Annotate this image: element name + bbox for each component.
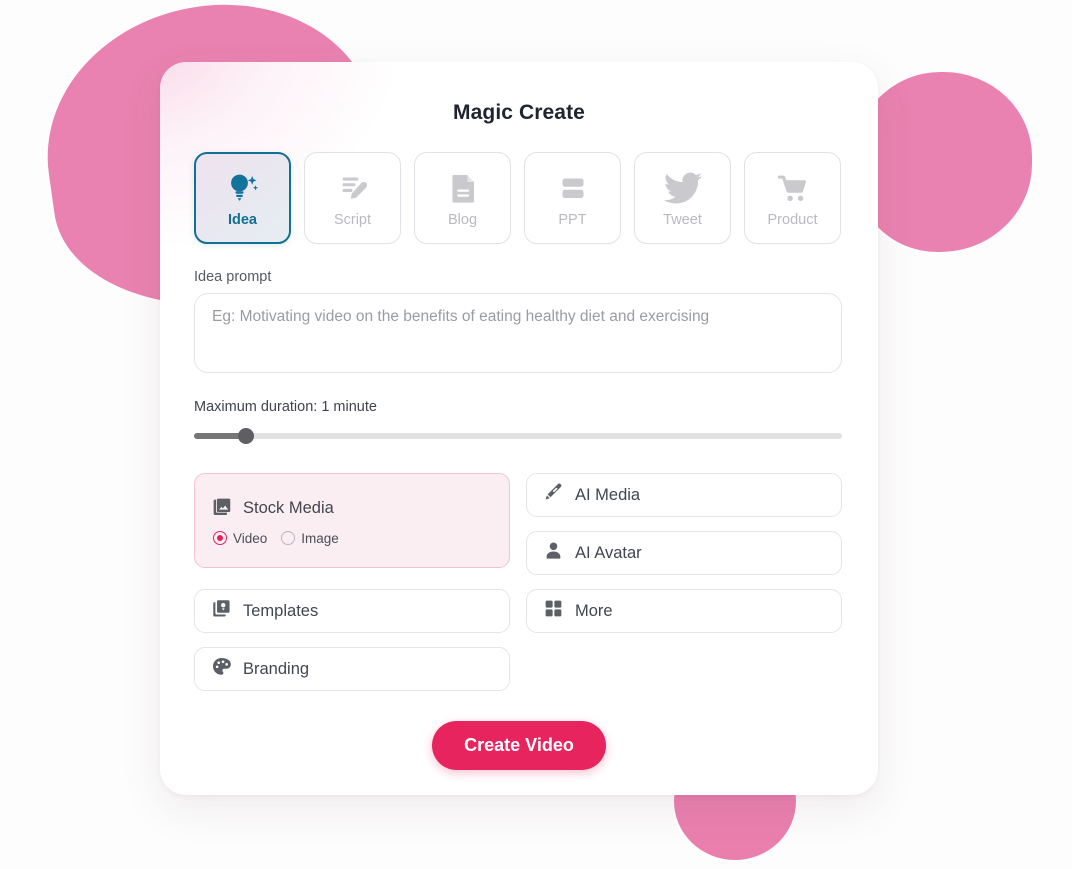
twitter-bird-icon (663, 169, 702, 207)
grid-squares-icon (543, 598, 564, 624)
option-branding-label: Branding (243, 659, 310, 678)
option-stock-media-label: Stock Media (243, 499, 334, 517)
option-ai-media-label: AI Media (575, 485, 641, 504)
option-templates-label: Templates (243, 601, 319, 620)
maximum-duration-label: Maximum duration: 1 minute (194, 399, 377, 415)
radio-image-label: Image (301, 530, 339, 546)
document-icon (444, 169, 482, 207)
magic-create-card: Magic Create Idea Script Blog PPT Tweet … (160, 62, 878, 795)
tab-product[interactable]: Product (744, 152, 841, 244)
tab-blog[interactable]: Blog (414, 152, 511, 244)
person-icon (543, 540, 564, 566)
tab-blog-label: Blog (447, 211, 478, 228)
idea-prompt-input[interactable] (194, 293, 842, 373)
duration-slider[interactable] (194, 428, 842, 444)
radio-video[interactable]: Video (213, 531, 267, 546)
script-pencil-icon (334, 169, 372, 207)
tab-script-label: Script (333, 211, 372, 228)
cta-row: Create Video (194, 721, 844, 770)
tab-idea[interactable]: Idea (194, 152, 291, 244)
option-ai-avatar-label: AI Avatar (575, 543, 642, 562)
stock-media-header: Stock Media (211, 496, 334, 522)
duration-slider-thumb[interactable] (237, 428, 254, 444)
stacked-images-icon (211, 496, 232, 522)
tab-ppt[interactable]: PPT (524, 152, 621, 244)
stock-media-radio-group: Video Image (211, 531, 339, 546)
option-ai-avatar[interactable]: AI Avatar (526, 531, 842, 575)
radio-video-label: Video (233, 530, 268, 546)
tab-script[interactable]: Script (304, 152, 401, 244)
shopping-cart-icon (774, 169, 812, 207)
page-title: Magic Create (453, 101, 585, 124)
stacked-cards-icon (211, 598, 232, 624)
idea-prompt-label: Idea prompt (194, 269, 272, 285)
options-grid: Stock Media Video Image AI Media Templat… (194, 473, 844, 691)
option-more[interactable]: More (526, 589, 842, 633)
tab-ppt-label: PPT (558, 211, 587, 228)
decorative-blob-right (852, 72, 1032, 252)
option-ai-media[interactable]: AI Media (526, 473, 842, 517)
slides-icon (554, 169, 592, 207)
palette-icon (211, 656, 232, 682)
lightbulb-sparkle-icon (224, 169, 262, 207)
content-type-tabs: Idea Script Blog PPT Tweet Product (194, 152, 844, 244)
tab-tweet[interactable]: Tweet (634, 152, 731, 244)
page-background: Magic Create Idea Script Blog PPT Tweet … (0, 0, 1072, 869)
option-branding[interactable]: Branding (194, 647, 510, 691)
tab-tweet-label: Tweet (663, 211, 702, 228)
radio-image-dot[interactable] (281, 531, 296, 545)
magic-wand-icon (543, 482, 564, 508)
radio-video-dot[interactable] (213, 531, 227, 545)
option-more-label: More (575, 601, 613, 620)
option-templates[interactable]: Templates (194, 589, 510, 633)
option-stock-media[interactable]: Stock Media Video Image (194, 473, 510, 568)
tab-product-label: Product (767, 211, 818, 228)
duration-slider-track[interactable] (194, 433, 842, 439)
radio-image[interactable]: Image (281, 531, 339, 546)
create-video-button[interactable]: Create Video (432, 721, 606, 770)
tab-idea-label: Idea (227, 211, 257, 228)
